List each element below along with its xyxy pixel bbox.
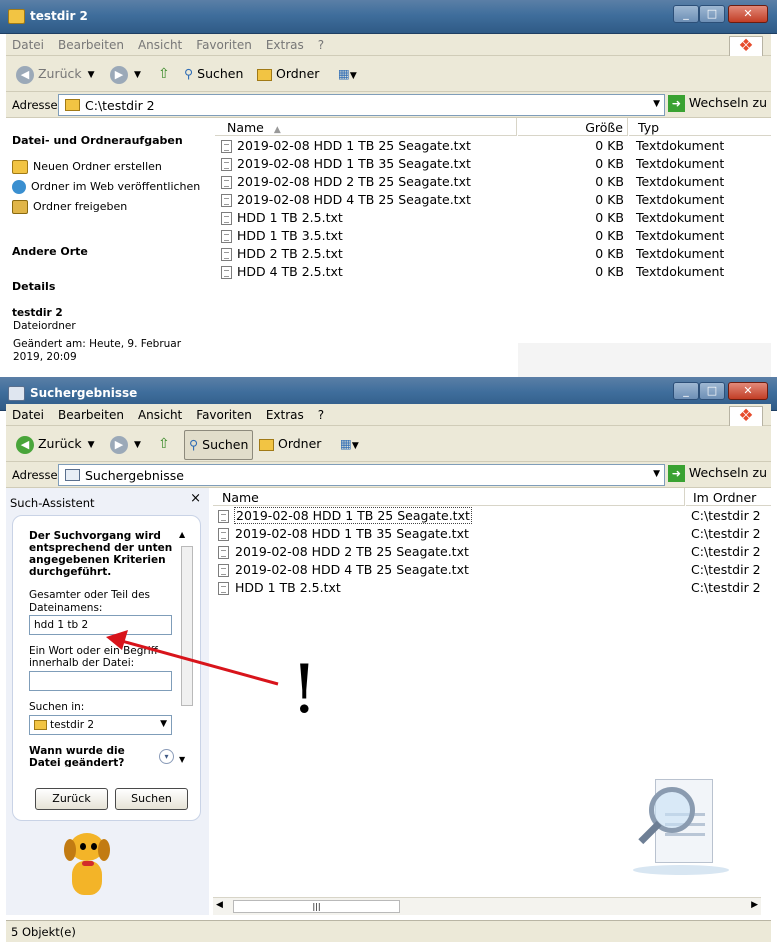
annotation-arrow <box>106 630 279 686</box>
exclamation-mark: ! <box>291 651 318 728</box>
